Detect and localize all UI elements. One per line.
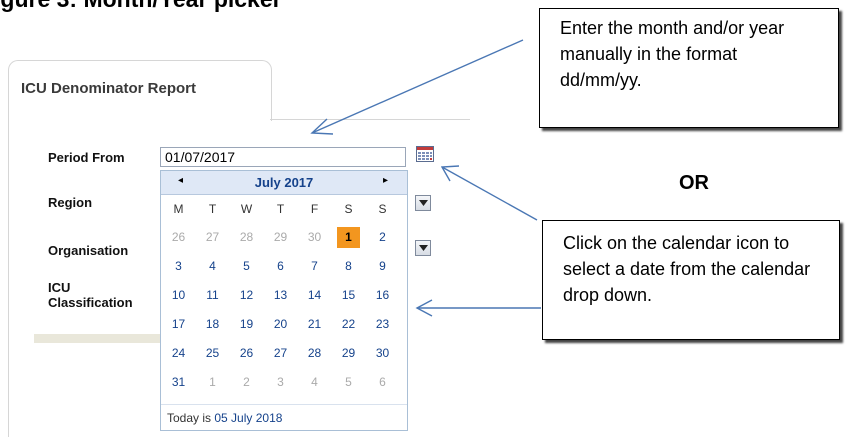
callout-arrows [310, 39, 541, 317]
calendar-icon-arrow [441, 166, 538, 221]
manual-entry-arrow [311, 39, 524, 134]
